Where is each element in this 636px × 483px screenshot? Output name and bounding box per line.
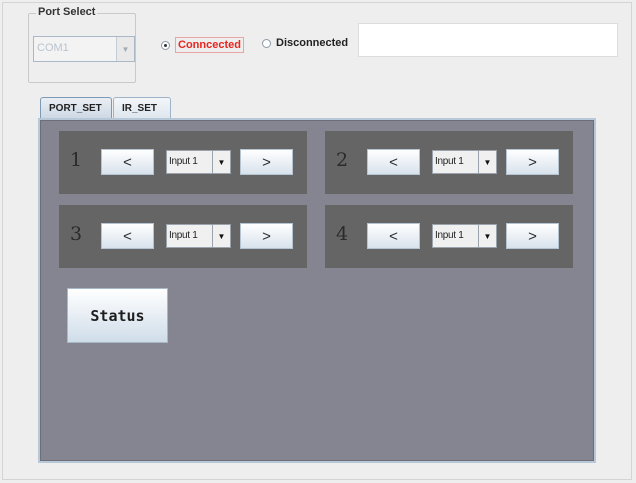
chevron-down-icon[interactable]: ▼ — [212, 151, 230, 173]
channel-4-prev-button[interactable]: < — [367, 223, 420, 249]
channel-1-row: 1 < Input 1 ▼ > — [59, 131, 307, 194]
channel-4-input-value: Input 1 — [435, 230, 464, 241]
connected-label: Conncected — [175, 37, 244, 53]
channel-4-next-button[interactable]: > — [506, 223, 559, 249]
channel-1-input-value: Input 1 — [169, 156, 198, 167]
port-combo-value: COM1 — [37, 42, 69, 54]
channel-1-prev-button[interactable]: < — [101, 149, 154, 175]
channel-number: 4 — [336, 223, 349, 245]
channel-3-input-value: Input 1 — [169, 230, 198, 241]
tab-ir-set[interactable]: IR_SET — [113, 97, 171, 118]
channel-3-row: 3 < Input 1 ▼ > — [59, 205, 307, 268]
chevron-left-icon: < — [123, 227, 132, 245]
channel-2-row: 2 < Input 1 ▼ > — [325, 131, 573, 194]
port-combo[interactable]: COM1 ▼ — [33, 36, 135, 62]
channel-3-input-select[interactable]: Input 1 ▼ — [166, 224, 231, 248]
channel-2-input-select[interactable]: Input 1 ▼ — [432, 150, 497, 174]
channel-3-prev-button[interactable]: < — [101, 223, 154, 249]
channel-1-next-button[interactable]: > — [240, 149, 293, 175]
radio-unchecked-icon[interactable] — [262, 38, 271, 48]
channel-number: 1 — [70, 149, 83, 171]
tab-ir-set-label: IR_SET — [122, 102, 158, 114]
tab-port-set-label: PORT_SET — [49, 102, 102, 114]
channel-2-next-button[interactable]: > — [506, 149, 559, 175]
chevron-right-icon: > — [262, 153, 271, 171]
status-button[interactable]: Status — [67, 288, 168, 343]
disconnected-radio[interactable]: Disconnected — [262, 37, 348, 49]
chevron-down-icon[interactable]: ▼ — [478, 151, 496, 173]
channel-3-next-button[interactable]: > — [240, 223, 293, 249]
tab-port-set[interactable]: PORT_SET — [40, 97, 112, 118]
chevron-left-icon: < — [389, 153, 398, 171]
channel-2-input-value: Input 1 — [435, 156, 464, 167]
connection-status-field — [358, 23, 618, 57]
port-set-panel: 1 < Input 1 ▼ > 2 < Input 1 ▼ > 3 < Inpu… — [38, 118, 596, 463]
channel-4-row: 4 < Input 1 ▼ > — [325, 205, 573, 268]
radio-checked-icon[interactable] — [161, 40, 170, 50]
port-select-title: Port Select — [36, 6, 98, 18]
channel-2-prev-button[interactable]: < — [367, 149, 420, 175]
status-button-label: Status — [90, 306, 145, 325]
connected-radio[interactable]: Conncected — [161, 37, 244, 53]
chevron-right-icon: > — [528, 227, 537, 245]
channel-1-input-select[interactable]: Input 1 ▼ — [166, 150, 231, 174]
channel-number: 2 — [336, 149, 349, 171]
chevron-down-icon[interactable]: ▼ — [212, 225, 230, 247]
channel-number: 3 — [70, 223, 83, 245]
chevron-left-icon: < — [389, 227, 398, 245]
chevron-down-icon[interactable]: ▼ — [116, 37, 134, 61]
chevron-down-icon[interactable]: ▼ — [478, 225, 496, 247]
chevron-right-icon: > — [262, 227, 271, 245]
chevron-left-icon: < — [123, 153, 132, 171]
disconnected-label: Disconnected — [276, 37, 349, 49]
chevron-right-icon: > — [528, 153, 537, 171]
channel-4-input-select[interactable]: Input 1 ▼ — [432, 224, 497, 248]
